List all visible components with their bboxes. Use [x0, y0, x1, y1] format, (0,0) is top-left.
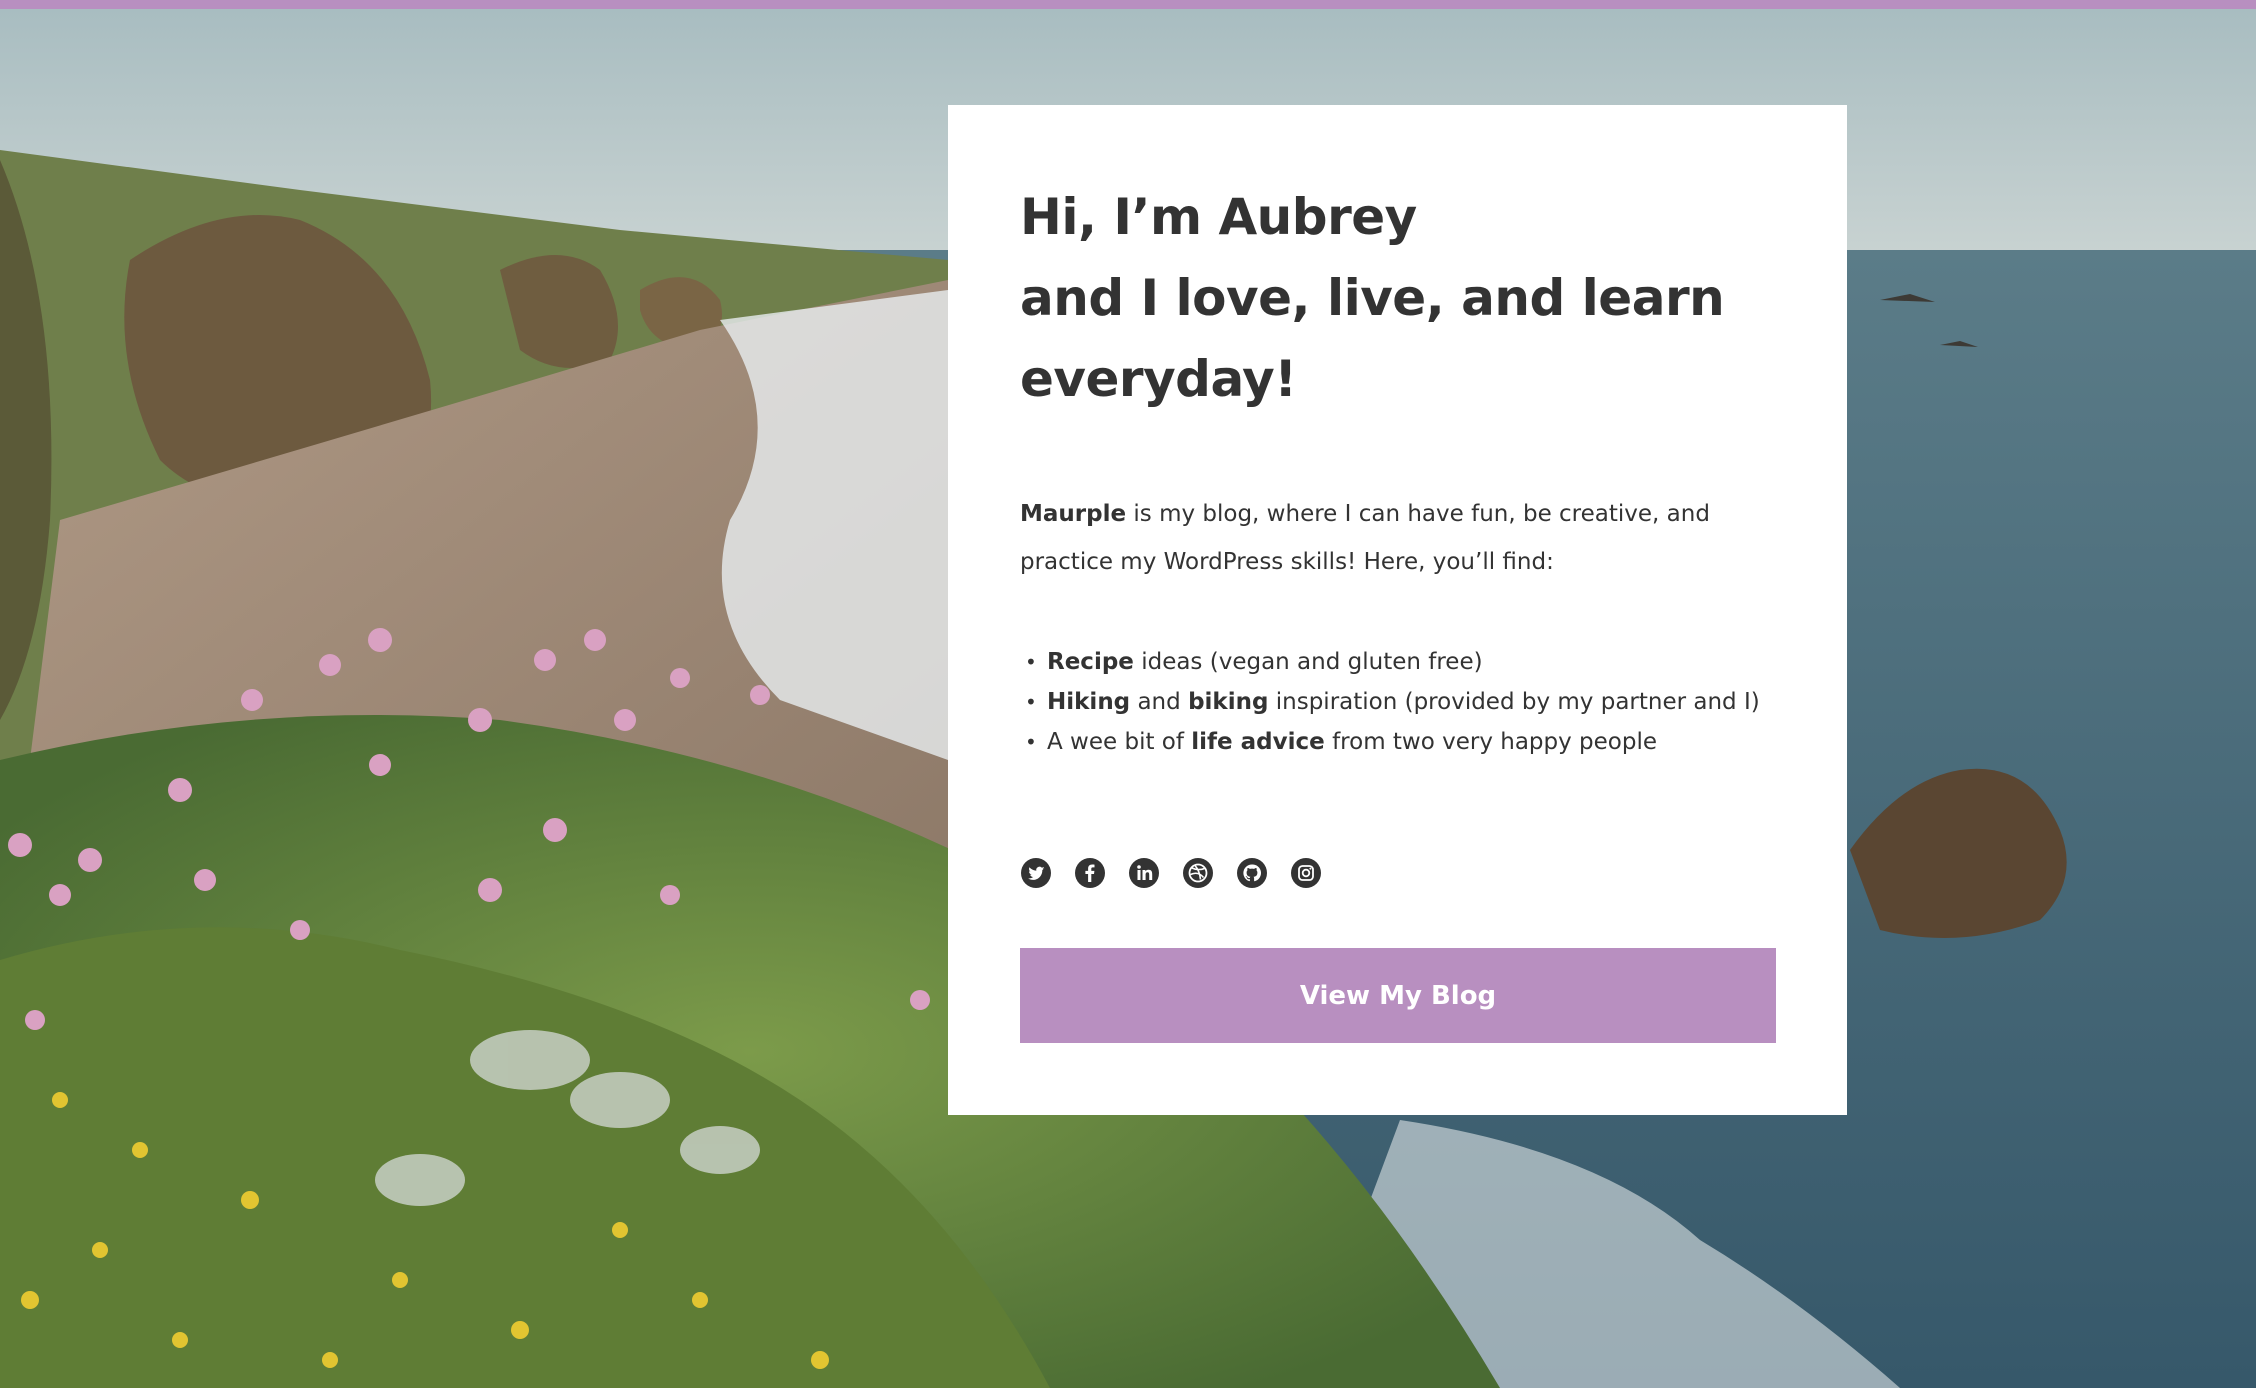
- feature-keyword: Recipe: [1047, 649, 1134, 675]
- linkedin-icon[interactable]: [1128, 857, 1160, 889]
- feature-list-item: A wee bit of life advice from two very h…: [1020, 722, 1775, 762]
- feature-list-item: Recipe ideas (vegan and gluten free): [1020, 642, 1775, 682]
- feature-keyword: life advice: [1191, 729, 1325, 755]
- feature-list: Recipe ideas (vegan and gluten free)Hiki…: [1020, 642, 1775, 762]
- feature-text: from two very happy people: [1324, 729, 1658, 755]
- instagram-icon[interactable]: [1290, 857, 1322, 889]
- feature-text: inspiration (provided by my partner and …: [1268, 689, 1760, 715]
- blog-name: Maurple: [1020, 501, 1127, 527]
- landing-page: Hi, I’m Aubrey and I love, live, and lea…: [0, 0, 2256, 1388]
- social-links: [1020, 857, 1322, 889]
- headline-line: Hi, I’m Aubrey: [1020, 188, 1417, 246]
- feature-keyword: biking: [1188, 689, 1269, 715]
- github-icon[interactable]: [1236, 857, 1268, 889]
- headline-line: and I love, live, and learn: [1020, 269, 1725, 327]
- feature-keyword: Hiking: [1047, 689, 1131, 715]
- feature-text: ideas (vegan and gluten free): [1133, 649, 1483, 675]
- intro-paragraph: Maurple is my blog, where I can have fun…: [1020, 490, 1775, 586]
- headline-line: everyday!: [1020, 350, 1297, 408]
- accent-bar: [0, 0, 2256, 9]
- feature-text: and: [1130, 689, 1189, 715]
- feature-list-item: Hiking and biking inspiration (provided …: [1020, 682, 1775, 722]
- view-blog-button[interactable]: View My Blog: [1020, 948, 1776, 1043]
- feature-text: A wee bit of: [1047, 729, 1192, 755]
- dribbble-icon[interactable]: [1182, 857, 1214, 889]
- facebook-icon[interactable]: [1074, 857, 1106, 889]
- intro-card: Hi, I’m Aubrey and I love, live, and lea…: [948, 105, 1847, 1115]
- headline: Hi, I’m Aubrey and I love, live, and lea…: [1020, 177, 1775, 420]
- twitter-icon[interactable]: [1020, 857, 1052, 889]
